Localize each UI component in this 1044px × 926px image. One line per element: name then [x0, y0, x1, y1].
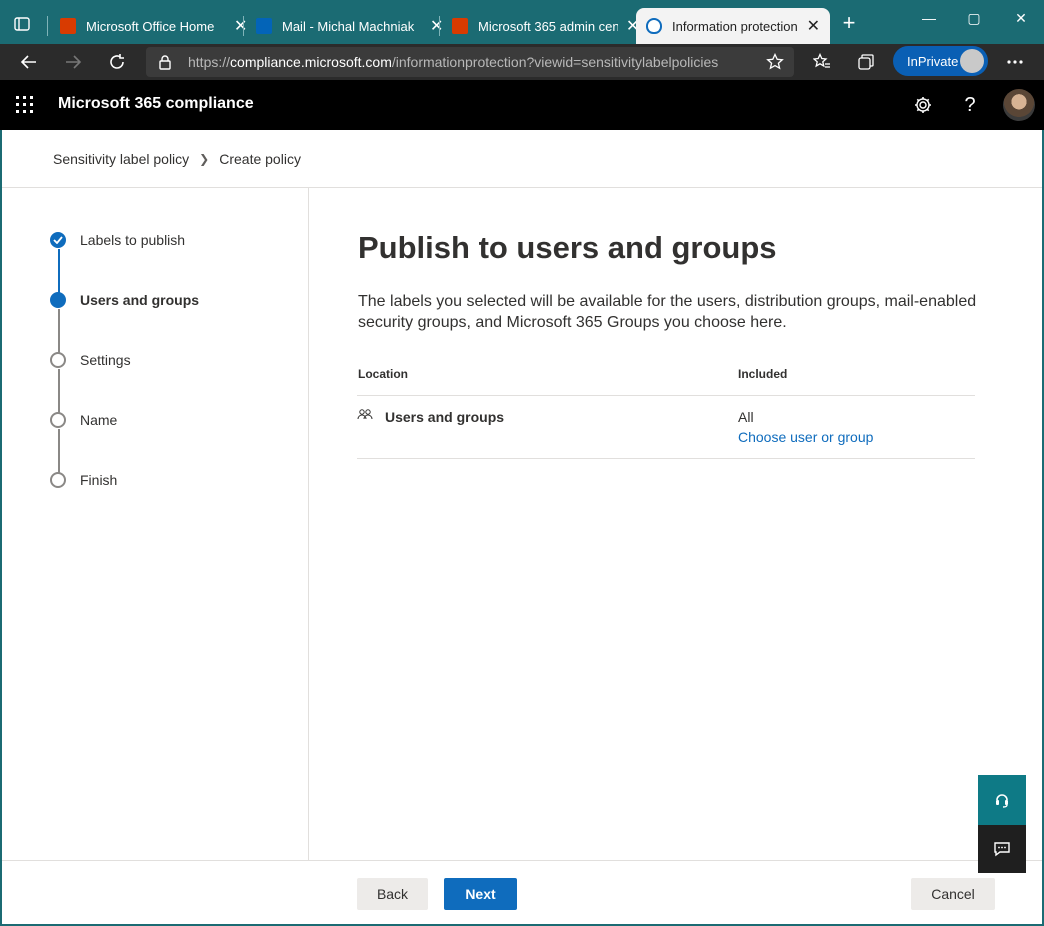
tab-separator [439, 16, 440, 36]
step-settings[interactable]: Settings [50, 352, 131, 368]
collections-icon[interactable] [854, 50, 878, 74]
app-header: Microsoft 365 compliance ? [0, 80, 1044, 130]
table-divider [357, 458, 975, 459]
new-tab-plus-icon[interactable]: + [838, 12, 860, 34]
page-content: Sensitivity label policy ❯ Create policy… [2, 130, 1042, 924]
lock-icon[interactable] [158, 54, 172, 75]
step-finish[interactable]: Finish [50, 472, 117, 488]
divider [2, 860, 1042, 861]
step-users-and-groups[interactable]: Users and groups [50, 292, 199, 308]
step-labels-to-publish[interactable]: Labels to publish [50, 232, 185, 248]
minimize-window-icon[interactable]: — [918, 10, 940, 26]
breadcrumb-sensitivity-label-policy[interactable]: Sensitivity label policy [53, 151, 189, 167]
back-button[interactable]: Back [357, 878, 428, 910]
divider [308, 188, 309, 860]
step-label: Settings [80, 352, 131, 368]
table-divider [357, 395, 975, 396]
tab-separator [47, 16, 48, 36]
close-window-icon[interactable]: ✕ [1010, 10, 1032, 27]
step-connector [58, 249, 60, 293]
more-options-icon[interactable] [1003, 50, 1027, 74]
next-button[interactable]: Next [444, 878, 517, 910]
step-label: Name [80, 412, 118, 428]
add-favorite-star-icon[interactable] [766, 52, 784, 76]
address-bar[interactable]: https://compliance.microsoft.com/informa… [146, 47, 794, 77]
pending-step-circle-icon [50, 472, 66, 488]
settings-gear-icon[interactable] [912, 94, 934, 116]
outlook-favicon-icon [256, 18, 272, 34]
office-favicon-icon [60, 18, 76, 34]
inprivate-label: InPrivate [907, 53, 959, 69]
tab-title: Microsoft 365 admin center [478, 18, 618, 34]
app-title[interactable]: Microsoft 365 compliance [58, 95, 254, 113]
included-value: All [738, 409, 754, 425]
browser-tab-information-protection[interactable]: Information protection - Microsoft 365 c… [636, 8, 830, 44]
breadcrumb: Sensitivity label policy ❯ Create policy [53, 151, 301, 167]
browser-tab-mail[interactable]: Mail - Michal Machniak ✕ [246, 8, 453, 44]
browser-tab-admin-center[interactable]: Microsoft 365 admin center ✕ [442, 8, 649, 44]
breadcrumb-create-policy: Create policy [219, 151, 301, 167]
page-title: Publish to users and groups [358, 230, 777, 265]
step-label: Labels to publish [80, 232, 186, 248]
tab-title: Information protection - Microsoft 365 c… [672, 18, 799, 34]
cancel-button[interactable]: Cancel [911, 878, 995, 910]
step-label: Finish [80, 472, 118, 488]
back-arrow-icon[interactable] [17, 50, 41, 74]
close-tab-icon[interactable]: ✕ [807, 16, 820, 36]
tab-title: Microsoft Office Home [86, 18, 215, 34]
users-group-icon [357, 408, 373, 422]
tab-separator [243, 16, 244, 36]
shield-favicon-icon [646, 18, 662, 34]
browser-tab-office-home[interactable]: Microsoft Office Home ✕ [50, 8, 257, 44]
step-connector [58, 369, 60, 413]
maximize-window-icon[interactable]: ▢ [963, 10, 985, 27]
user-avatar[interactable] [1003, 89, 1035, 121]
inprivate-badge[interactable]: InPrivate [893, 46, 988, 76]
step-name[interactable]: Name [50, 412, 117, 428]
column-header-location: Location [358, 367, 408, 381]
step-connector [58, 309, 60, 353]
chevron-right-icon: ❯ [199, 152, 210, 166]
favorites-icon[interactable] [810, 50, 834, 74]
tab-actions-icon[interactable] [8, 12, 36, 36]
office-favicon-icon [452, 18, 468, 34]
location-users-and-groups: Users and groups [385, 409, 505, 425]
divider [2, 187, 1042, 188]
step-connector [58, 429, 60, 473]
tab-title: Mail - Michal Machniak [282, 18, 415, 34]
app-launcher-icon[interactable] [16, 96, 34, 114]
browser-tab-strip: Microsoft Office Home ✕ Mail - Michal Ma… [0, 0, 1044, 44]
page-description: The labels you selected will be availabl… [358, 293, 977, 331]
refresh-icon[interactable] [105, 50, 129, 74]
pending-step-circle-icon [50, 412, 66, 428]
forward-arrow-icon[interactable] [61, 50, 85, 74]
choose-user-or-group-link[interactable]: Choose user or group [738, 429, 873, 445]
step-label: Users and groups [80, 292, 200, 308]
column-header-included: Included [738, 367, 788, 381]
pending-step-circle-icon [50, 352, 66, 368]
help-support-icon[interactable] [978, 775, 1026, 825]
browser-toolbar: https://compliance.microsoft.com/informa… [0, 44, 1044, 80]
feedback-message-icon[interactable] [978, 825, 1026, 873]
current-step-dot-icon [50, 292, 66, 308]
url-text[interactable]: https://compliance.microsoft.com/informa… [188, 54, 718, 70]
profile-avatar [960, 49, 984, 73]
checkmark-icon [50, 232, 66, 248]
help-question-icon[interactable]: ? [959, 94, 981, 116]
